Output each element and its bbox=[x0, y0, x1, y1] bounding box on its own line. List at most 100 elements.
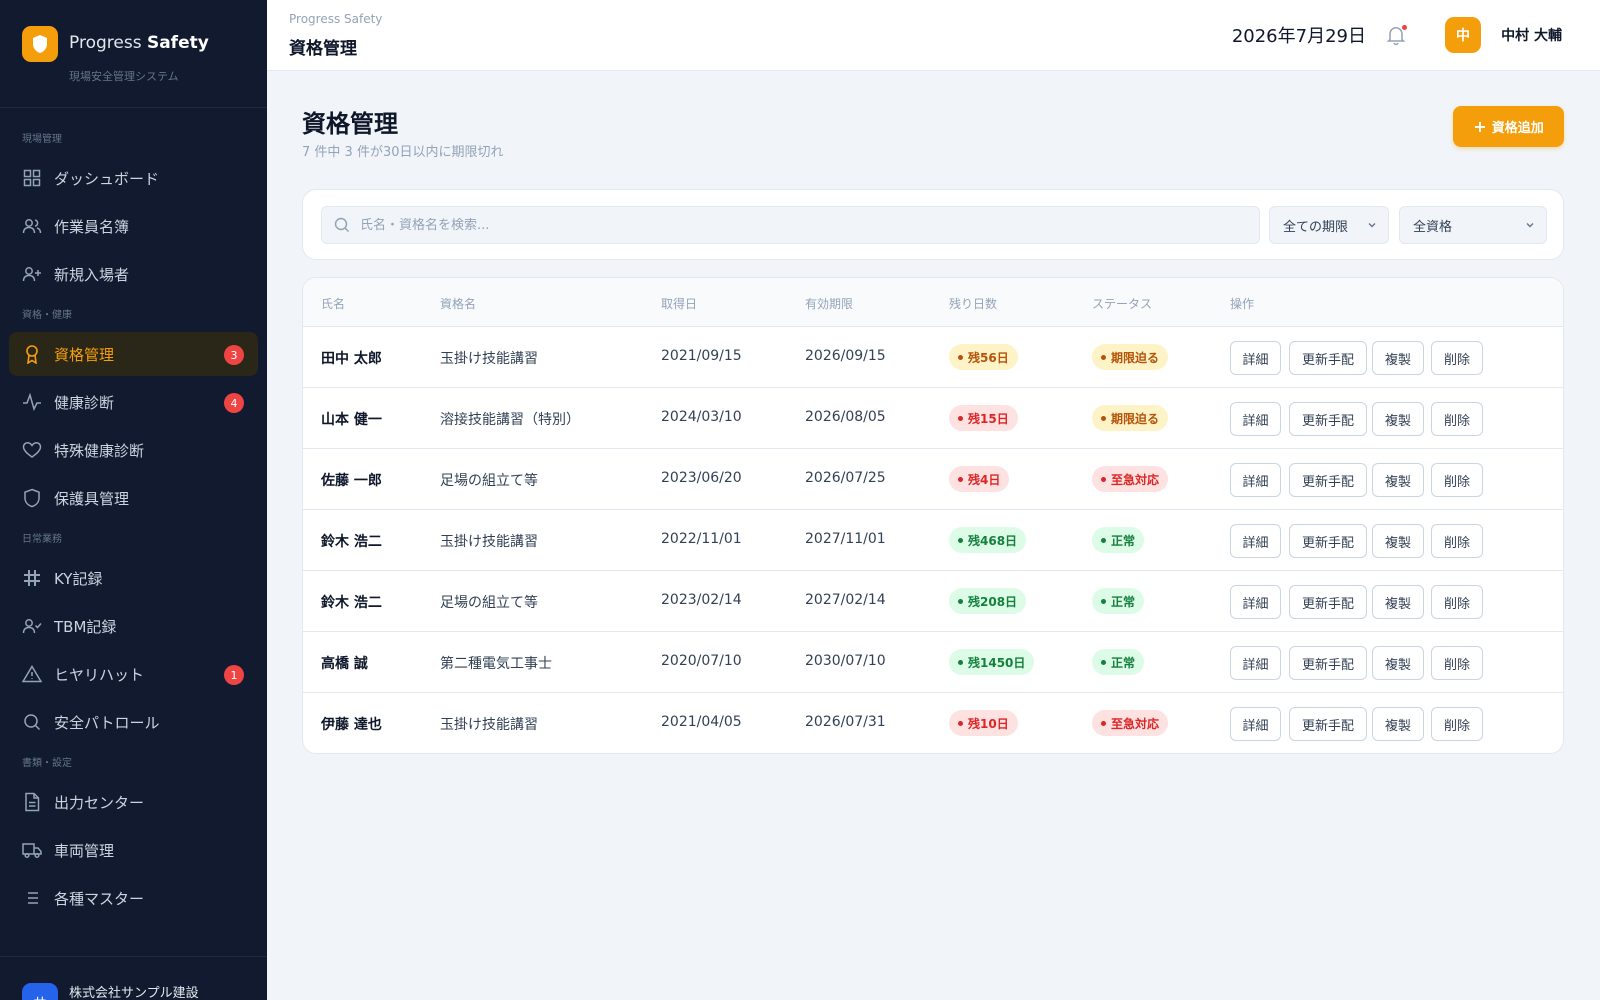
column-header-actions: 操作 bbox=[1230, 297, 1255, 311]
remaining-days-badge: 残1450日 bbox=[949, 649, 1035, 675]
sidebar-item-near-miss[interactable]: ヒヤリハット 1 bbox=[9, 652, 258, 696]
duplicate-button[interactable]: 複製 bbox=[1372, 707, 1424, 741]
table-row[interactable]: 田中 太郎 玉掛け技能講習 2021/09/15 2026/09/15 残56日 期限迫る… bbox=[303, 327, 1563, 388]
cell-worker-name[interactable]: 佐藤 一郎 bbox=[321, 470, 382, 490]
chevron-down-icon bbox=[1524, 219, 1536, 231]
breadcrumb[interactable]: Progress Safety bbox=[289, 12, 382, 26]
delete-button[interactable]: 削除 bbox=[1431, 402, 1483, 436]
cell-acquired-date: 2023/06/20 bbox=[661, 470, 742, 486]
duplicate-button[interactable]: 複製 bbox=[1372, 402, 1424, 436]
period-filter-value: 全ての期限 bbox=[1283, 219, 1349, 235]
chevron-down-icon bbox=[1366, 219, 1378, 231]
header-title: 資格管理 bbox=[289, 39, 357, 59]
table-row[interactable]: 鈴木 浩二 足場の組立て等 2023/02/14 2027/02/14 残208日 正常 詳… bbox=[303, 571, 1563, 632]
sidebar-company[interactable]: サ 株式会社サンプル建設 bbox=[0, 956, 267, 1000]
sidebar-item-special-health-checkup[interactable]: 特殊健康診断 bbox=[9, 428, 258, 472]
remaining-days-badge-label: 残15日 bbox=[968, 411, 1009, 426]
sidebar-item-health-checkup[interactable]: 健康診断 4 bbox=[9, 380, 258, 424]
period-filter-select[interactable]: 全ての期限 bbox=[1269, 206, 1389, 244]
search-box[interactable] bbox=[321, 206, 1260, 244]
detail-button[interactable]: 詳細 bbox=[1230, 341, 1281, 375]
cell-worker-name[interactable]: 伊藤 達也 bbox=[321, 714, 382, 734]
bell-icon[interactable] bbox=[1385, 24, 1407, 46]
sidebar-item-label: 出力センター bbox=[54, 793, 145, 812]
table-row[interactable]: 鈴木 浩二 玉掛け技能講習 2022/11/01 2027/11/01 残468日 正常 詳… bbox=[303, 510, 1563, 571]
cell-qualification: 足場の組立て等 bbox=[440, 595, 538, 611]
cell-worker-name[interactable]: 鈴木 浩二 bbox=[321, 592, 382, 612]
remaining-days-badge: 残10日 bbox=[949, 710, 1018, 736]
cell-qualification: 溶接技能講習（特別） bbox=[440, 412, 580, 428]
delete-button[interactable]: 削除 bbox=[1431, 585, 1483, 619]
page-subtitle: 7 件中 3 件が30日以内に期限切れ bbox=[302, 145, 504, 160]
cell-worker-name[interactable]: 鈴木 浩二 bbox=[321, 531, 382, 551]
cell-expiry-date: 2027/02/14 bbox=[805, 592, 886, 608]
renew-button[interactable]: 更新手配 bbox=[1289, 402, 1367, 436]
search-input[interactable] bbox=[360, 217, 1240, 233]
sidebar-item-protective-equipment[interactable]: 保護具管理 bbox=[9, 476, 258, 520]
duplicate-button[interactable]: 複製 bbox=[1372, 463, 1424, 497]
delete-button[interactable]: 削除 bbox=[1431, 341, 1483, 375]
status-dot-icon bbox=[958, 720, 963, 726]
sidebar-item-masters[interactable]: 各種マスター bbox=[9, 876, 258, 920]
renew-button[interactable]: 更新手配 bbox=[1289, 707, 1367, 741]
alert-triangle-icon bbox=[22, 664, 42, 684]
nav-section-site: 現場管理 bbox=[22, 134, 62, 145]
renew-button[interactable]: 更新手配 bbox=[1289, 463, 1367, 497]
detail-button[interactable]: 詳細 bbox=[1230, 463, 1281, 497]
sidebar-item-workers[interactable]: 作業員名簿 bbox=[9, 204, 258, 248]
status-badge-label: 正常 bbox=[1111, 533, 1136, 548]
user-check-icon bbox=[22, 616, 42, 636]
table-row[interactable]: 佐藤 一郎 足場の組立て等 2023/06/20 2026/07/25 残4日 至急対応 詳… bbox=[303, 449, 1563, 510]
brand: Progress Safety 現場安全管理システム bbox=[0, 0, 267, 108]
renew-button[interactable]: 更新手配 bbox=[1289, 646, 1367, 680]
renew-button[interactable]: 更新手配 bbox=[1289, 341, 1367, 375]
table-row[interactable]: 高橋 誠 第二種電気工事士 2020/07/10 2030/07/10 残1450日 正常… bbox=[303, 632, 1563, 693]
add-qualification-button[interactable]: + 資格追加 bbox=[1453, 106, 1564, 147]
sidebar-item-qualifications[interactable]: 資格管理 3 bbox=[9, 332, 258, 376]
sidebar-item-label: 特殊健康診断 bbox=[54, 441, 145, 460]
sidebar-item-label: 資格管理 bbox=[54, 345, 115, 364]
duplicate-button[interactable]: 複製 bbox=[1372, 646, 1424, 680]
detail-button[interactable]: 詳細 bbox=[1230, 707, 1281, 741]
cell-worker-name[interactable]: 山本 健一 bbox=[321, 409, 382, 429]
delete-button[interactable]: 削除 bbox=[1431, 646, 1483, 680]
delete-button[interactable]: 削除 bbox=[1431, 463, 1483, 497]
table-row[interactable]: 伊藤 達也 玉掛け技能講習 2021/04/05 2026/07/31 残10日 至急対応… bbox=[303, 693, 1563, 753]
duplicate-button[interactable]: 複製 bbox=[1372, 341, 1424, 375]
cell-qualification: 玉掛け技能講習 bbox=[440, 351, 538, 367]
sidebar-item-safety-patrol[interactable]: 安全パトロール bbox=[9, 700, 258, 744]
status-dot-icon bbox=[958, 415, 963, 421]
header-date: 2026年7月29日 bbox=[1231, 26, 1366, 47]
detail-button[interactable]: 詳細 bbox=[1230, 402, 1281, 436]
renew-button[interactable]: 更新手配 bbox=[1289, 524, 1367, 558]
renew-button[interactable]: 更新手配 bbox=[1289, 585, 1367, 619]
cell-worker-name[interactable]: 田中 太郎 bbox=[321, 348, 382, 368]
cell-qualification: 足場の組立て等 bbox=[440, 473, 538, 489]
award-icon bbox=[22, 344, 42, 364]
sidebar-item-new-entrants[interactable]: 新規入場者 bbox=[9, 252, 258, 296]
sidebar-item-output-center[interactable]: 出力センター bbox=[9, 780, 258, 824]
duplicate-button[interactable]: 複製 bbox=[1372, 524, 1424, 558]
sidebar-item-label: TBM記録 bbox=[54, 617, 117, 636]
detail-button[interactable]: 詳細 bbox=[1230, 524, 1281, 558]
detail-button[interactable]: 詳細 bbox=[1230, 646, 1281, 680]
column-header-status: ステータス bbox=[1092, 297, 1153, 311]
cell-worker-name[interactable]: 高橋 誠 bbox=[321, 653, 368, 673]
cell-expiry-date: 2030/07/10 bbox=[805, 653, 886, 669]
nav-section-qualification-health: 資格・健康 bbox=[22, 310, 72, 321]
sidebar-item-vehicles[interactable]: 車両管理 bbox=[9, 828, 258, 872]
delete-button[interactable]: 削除 bbox=[1431, 707, 1483, 741]
remaining-days-badge-label: 残1450日 bbox=[968, 655, 1026, 670]
sidebar-item-ky-records[interactable]: KY記録 bbox=[9, 556, 258, 600]
sidebar-item-tbm-records[interactable]: TBM記録 bbox=[9, 604, 258, 648]
sidebar-item-dashboard[interactable]: ダッシュボード bbox=[9, 156, 258, 200]
detail-button[interactable]: 詳細 bbox=[1230, 585, 1281, 619]
status-dot-icon bbox=[958, 537, 963, 543]
avatar[interactable]: 中 bbox=[1445, 17, 1481, 53]
duplicate-button[interactable]: 複製 bbox=[1372, 585, 1424, 619]
table-row[interactable]: 山本 健一 溶接技能講習（特別） 2024/03/10 2026/08/05 残15日 期… bbox=[303, 388, 1563, 449]
top-header: Progress Safety 資格管理 2026年7月29日 中 中村 大輔 bbox=[267, 0, 1600, 71]
delete-button[interactable]: 削除 bbox=[1431, 524, 1483, 558]
qualification-filter-select[interactable]: 全資格 bbox=[1399, 206, 1547, 244]
user-name[interactable]: 中村 大輔 bbox=[1501, 25, 1562, 45]
